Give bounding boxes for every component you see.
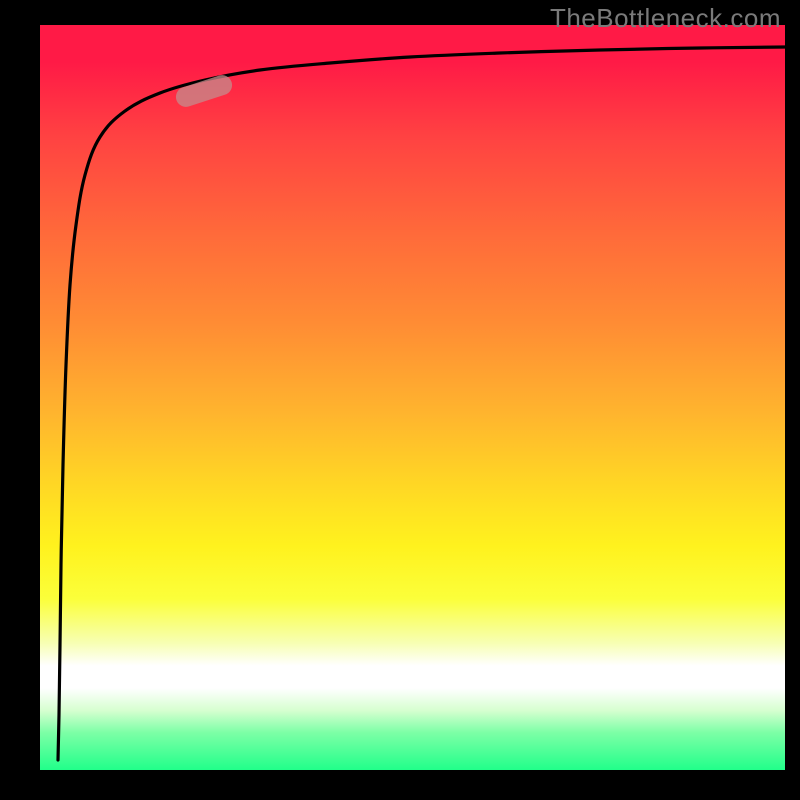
plot-area: TheBottleneck.com (40, 25, 785, 770)
chart-stage: TheBottleneck.com (0, 0, 800, 800)
curve-path (58, 47, 785, 760)
curve-svg (40, 25, 785, 770)
